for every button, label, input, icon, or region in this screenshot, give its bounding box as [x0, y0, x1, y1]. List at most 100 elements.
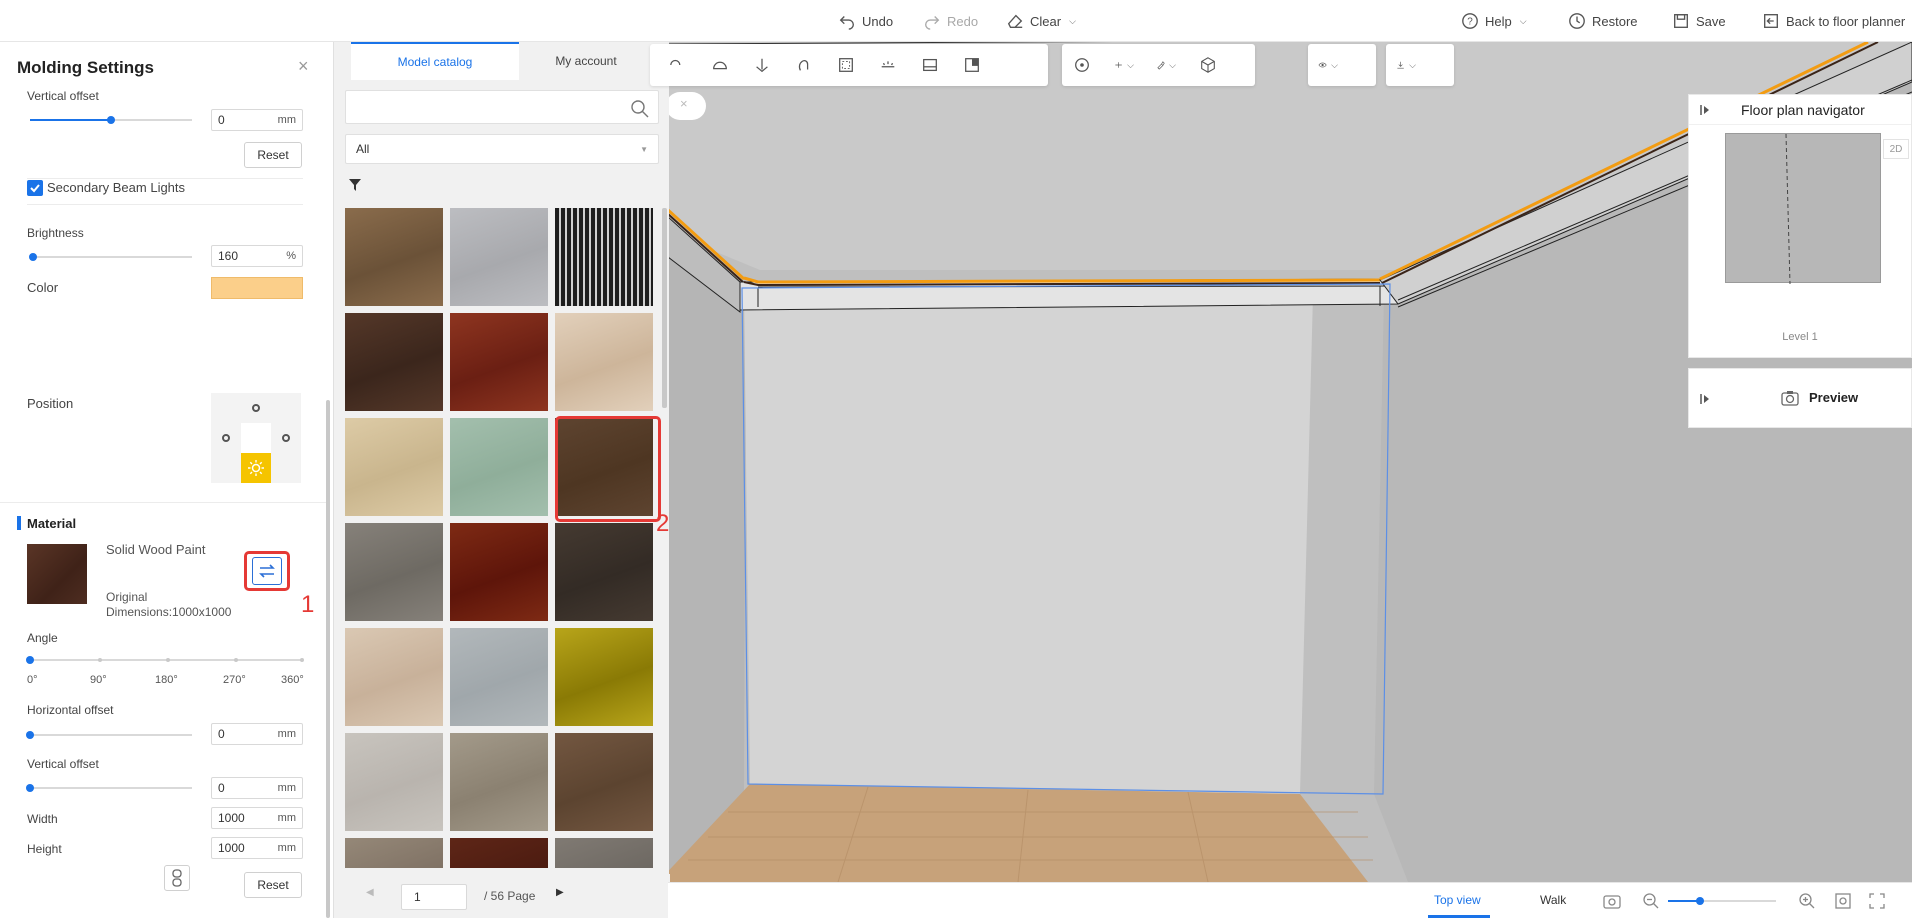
clear-label: Clear — [1030, 13, 1062, 29]
material-tile[interactable] — [345, 208, 443, 306]
brightness-slider[interactable] — [29, 253, 192, 261]
zoom-slider[interactable] — [1668, 897, 1776, 905]
back-to-floor-planner-button[interactable]: Back to floor planner — [1762, 11, 1905, 31]
next-page-icon[interactable]: ▶ — [556, 887, 564, 898]
vertical-offset-slider[interactable] — [30, 116, 192, 124]
material-tile[interactable] — [345, 733, 443, 831]
panel-scrollbar[interactable] — [326, 400, 330, 918]
redo-button[interactable]: Redo — [923, 11, 978, 31]
material-vertical-offset-input[interactable]: 0 mm — [211, 777, 303, 799]
material-tile[interactable] — [345, 523, 443, 621]
dome-icon[interactable] — [710, 55, 730, 75]
material-tile[interactable] — [450, 628, 548, 726]
material-tile[interactable] — [555, 733, 653, 831]
position-top-right[interactable] — [271, 393, 301, 423]
tab-model-catalog[interactable]: Model catalog — [351, 42, 519, 80]
position-middle-right[interactable] — [271, 423, 301, 453]
frame-icon[interactable] — [836, 55, 856, 75]
reset-button-top[interactable]: Reset — [244, 142, 302, 168]
position-bottom-right[interactable] — [271, 453, 301, 483]
collapse-icon[interactable] — [1699, 393, 1711, 405]
paint-brush-icon[interactable]: ⌵ — [1156, 55, 1176, 75]
catalog-scrollbar[interactable] — [662, 208, 667, 408]
zoom-knob[interactable] — [1696, 897, 1705, 905]
horizontal-offset-input[interactable]: 0 mm — [211, 723, 303, 745]
material-tile[interactable] — [555, 628, 653, 726]
material-tile[interactable] — [345, 838, 443, 868]
material-dims-value: Dimensions:1000x1000 — [106, 605, 232, 619]
align-icon[interactable]: ⌵ — [1114, 55, 1134, 75]
restore-button[interactable]: Restore — [1568, 11, 1638, 31]
navigator-map[interactable] — [1725, 133, 1881, 285]
measure-icon[interactable] — [1072, 55, 1092, 75]
zoom-out-icon[interactable] — [1642, 892, 1660, 910]
material-tile[interactable] — [345, 628, 443, 726]
eye-icon[interactable]: ⌵ — [1318, 55, 1338, 75]
walk-button[interactable]: Walk — [1540, 893, 1566, 907]
brightness-input[interactable]: 160 % — [211, 245, 303, 267]
catalog-search-input[interactable] — [345, 90, 659, 124]
position-top-left[interactable] — [211, 393, 241, 423]
undo-button[interactable]: Undo — [838, 11, 893, 31]
zoom-fit-icon[interactable] — [1834, 892, 1852, 910]
hand-icon[interactable] — [794, 55, 814, 75]
panel-icon[interactable] — [920, 55, 940, 75]
preview-panel[interactable]: Preview — [1688, 368, 1912, 428]
material-tile[interactable] — [450, 418, 548, 516]
material-tile[interactable] — [450, 838, 548, 868]
page-number-input[interactable]: 1 — [401, 884, 467, 910]
horizontal-offset-slider[interactable] — [26, 731, 192, 739]
position-bottom-left[interactable] — [211, 453, 241, 483]
material-tile[interactable] — [345, 418, 443, 516]
help-button[interactable]: ? Help ⌵ — [1461, 11, 1527, 31]
collapse-catalog-tab[interactable]: × — [668, 92, 706, 120]
position-bottom-center[interactable] — [241, 453, 271, 483]
zoom-in-icon[interactable] — [1798, 892, 1816, 910]
collapse-icon[interactable] — [1699, 104, 1711, 116]
reset-button-material[interactable]: Reset — [244, 872, 302, 898]
secondary-beam-checkbox[interactable] — [27, 180, 43, 196]
top-view-button[interactable]: Top view — [1434, 893, 1481, 907]
material-tile[interactable] — [450, 733, 548, 831]
fullscreen-icon[interactable] — [1868, 892, 1886, 910]
position-middle-left[interactable] — [211, 423, 241, 453]
lock-ratio-button[interactable] — [164, 865, 190, 891]
height-value: 1000 — [218, 841, 245, 855]
arc-icon[interactable] — [668, 55, 688, 75]
material-tile[interactable] — [555, 838, 653, 868]
vertical-offset-knob[interactable] — [107, 116, 115, 124]
category-select[interactable]: All ▼ — [345, 134, 659, 164]
material-vertical-offset-knob[interactable] — [26, 784, 34, 792]
height-input[interactable]: 1000 mm — [211, 837, 303, 859]
download-icon[interactable]: ⌵ — [1396, 55, 1416, 75]
material-vertical-offset-slider[interactable] — [26, 784, 192, 792]
material-tile[interactable] — [345, 313, 443, 411]
anchor-icon[interactable] — [752, 55, 772, 75]
light-strip-icon[interactable] — [878, 55, 898, 75]
save-button[interactable]: Save — [1672, 11, 1726, 31]
material-tile[interactable] — [450, 313, 548, 411]
camera-settings-icon[interactable] — [1602, 892, 1622, 910]
material-tile[interactable] — [450, 523, 548, 621]
vertical-offset-input[interactable]: 0 mm — [211, 109, 303, 131]
vertical-offset-label: Vertical offset — [27, 89, 99, 103]
material-tile[interactable] — [555, 313, 653, 411]
position-top-center[interactable] — [241, 393, 271, 423]
width-input[interactable]: 1000 mm — [211, 807, 303, 829]
prev-page-icon[interactable]: ◀ — [366, 887, 374, 898]
toggle-2d-button[interactable]: 2D — [1883, 139, 1909, 159]
layout-icon[interactable] — [962, 55, 982, 75]
tab-my-account[interactable]: My account — [502, 42, 670, 80]
angle-knob[interactable] — [26, 656, 34, 664]
material-tile[interactable] — [555, 208, 653, 306]
cube-icon[interactable] — [1198, 55, 1218, 75]
material-tile[interactable] — [450, 208, 548, 306]
clear-button[interactable]: Clear ⌵ — [1006, 11, 1076, 31]
close-icon[interactable]: × — [298, 56, 309, 77]
color-swatch[interactable] — [211, 277, 303, 299]
horizontal-offset-knob[interactable] — [26, 731, 34, 739]
material-tile[interactable] — [555, 523, 653, 621]
filter-icon[interactable] — [348, 178, 362, 195]
brightness-knob[interactable] — [29, 253, 38, 261]
search-icon[interactable] — [630, 99, 650, 119]
